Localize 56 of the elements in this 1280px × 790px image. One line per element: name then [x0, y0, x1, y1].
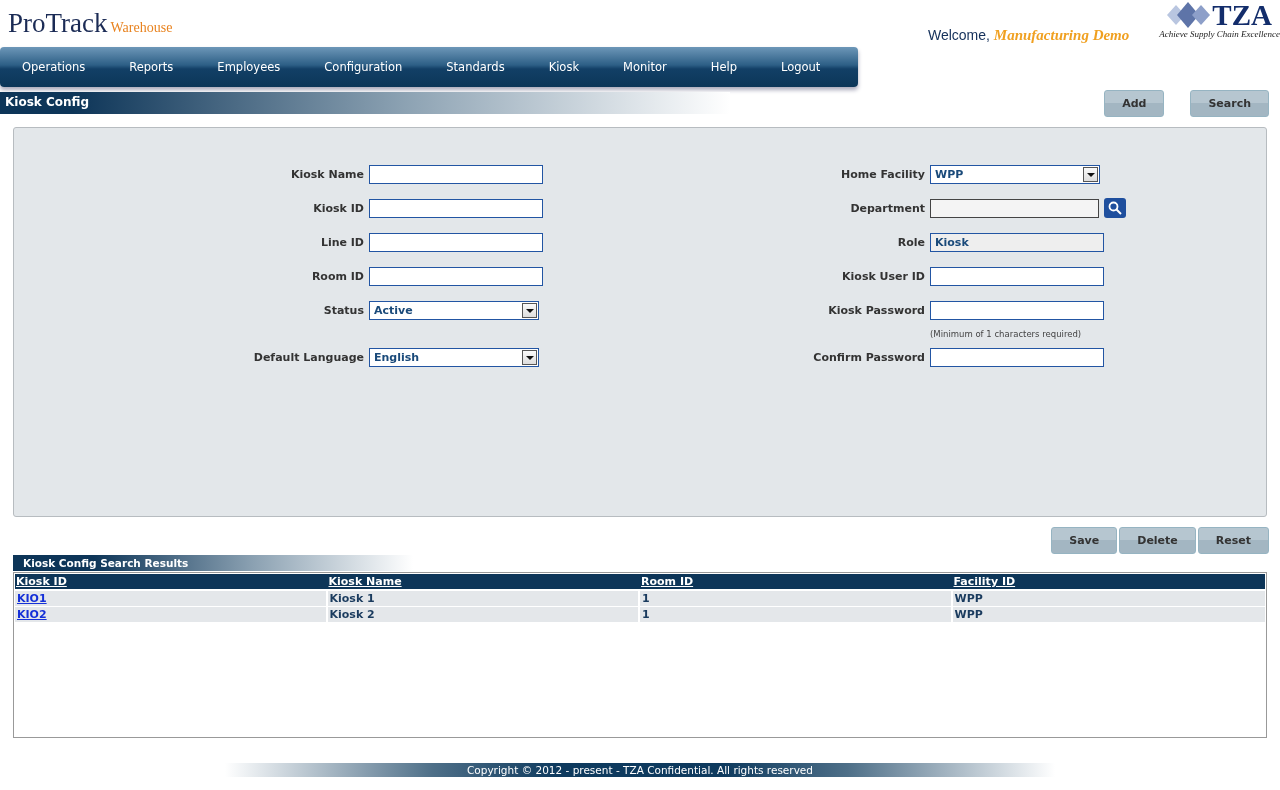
field-label: Confirm Password	[812, 350, 925, 364]
field-label: Status	[322, 303, 364, 317]
brand-tagline: Achieve Supply Chain Excellence	[1159, 29, 1280, 39]
readonly-field: Kiosk	[930, 232, 1104, 252]
kiosk-link[interactable]: KIO2	[17, 608, 47, 621]
field-label: Role	[896, 235, 925, 249]
input-field[interactable]	[930, 347, 1104, 367]
menu-item[interactable]: Monitor	[601, 60, 689, 74]
kiosk-link[interactable]: KIO1	[17, 592, 47, 605]
action-button[interactable]: Save	[1051, 527, 1118, 554]
column-header[interactable]: Kiosk ID	[15, 574, 328, 589]
toolbar-button[interactable]: Search	[1190, 90, 1269, 117]
table-cell: Kiosk 2	[327, 607, 640, 622]
app-logo: ProTrackWarehouse	[7, 7, 173, 39]
menu-item[interactable]: Configuration	[302, 60, 425, 74]
input-field[interactable]	[369, 266, 543, 286]
column-header[interactable]: Facility ID	[952, 574, 1265, 589]
input-field[interactable]	[930, 198, 1099, 218]
field-label: Department	[849, 201, 925, 215]
password-hint: (Minimum of 1 characters required)	[930, 328, 1083, 339]
table-cell-text: WPP	[953, 591, 984, 606]
field-label: Home Facility	[839, 167, 925, 181]
field-label: Kiosk ID	[312, 201, 364, 215]
search-icon	[1108, 201, 1122, 215]
dropdown[interactable]: English	[369, 347, 539, 367]
field-label: Kiosk Name	[289, 167, 364, 181]
action-button[interactable]: Delete	[1119, 527, 1196, 554]
menu-item[interactable]: Standards	[424, 60, 527, 74]
field-label: Kiosk User ID	[841, 269, 925, 283]
menu-item[interactable]: Operations	[0, 60, 108, 74]
toolbar-button[interactable]: Add	[1104, 90, 1165, 117]
input-field[interactable]	[369, 232, 543, 252]
brand-name: TZA	[1212, 1, 1272, 29]
table-cell-text: WPP	[953, 607, 984, 622]
input-field[interactable]	[930, 300, 1104, 320]
menu-item[interactable]: Reports	[107, 60, 196, 74]
action-button[interactable]: Reset	[1197, 527, 1269, 554]
dropdown[interactable]: WPP	[930, 164, 1100, 184]
input-field[interactable]	[369, 198, 543, 218]
input-field[interactable]	[930, 266, 1104, 286]
menu-item[interactable]: Help	[688, 60, 759, 74]
field-label: Room ID	[310, 269, 364, 283]
field-label: Kiosk Password	[827, 303, 925, 317]
dropdown[interactable]: Active	[369, 300, 539, 320]
diamonds-icon	[1166, 2, 1213, 28]
column-header[interactable]: Room ID	[640, 574, 953, 589]
welcome-text: Welcome, Manufacturing Demo	[927, 27, 1130, 44]
table-cell: 1	[640, 607, 953, 622]
column-header[interactable]: Kiosk Name	[327, 574, 640, 589]
field-label: Line ID	[319, 235, 364, 249]
field-label: Default Language	[252, 350, 364, 364]
search-button[interactable]	[1104, 198, 1126, 218]
menu-item[interactable]: Logout	[759, 60, 843, 74]
input-field[interactable]	[369, 164, 543, 184]
menu-item[interactable]: Employees	[195, 60, 303, 74]
menu-item[interactable]: Kiosk	[526, 60, 602, 74]
